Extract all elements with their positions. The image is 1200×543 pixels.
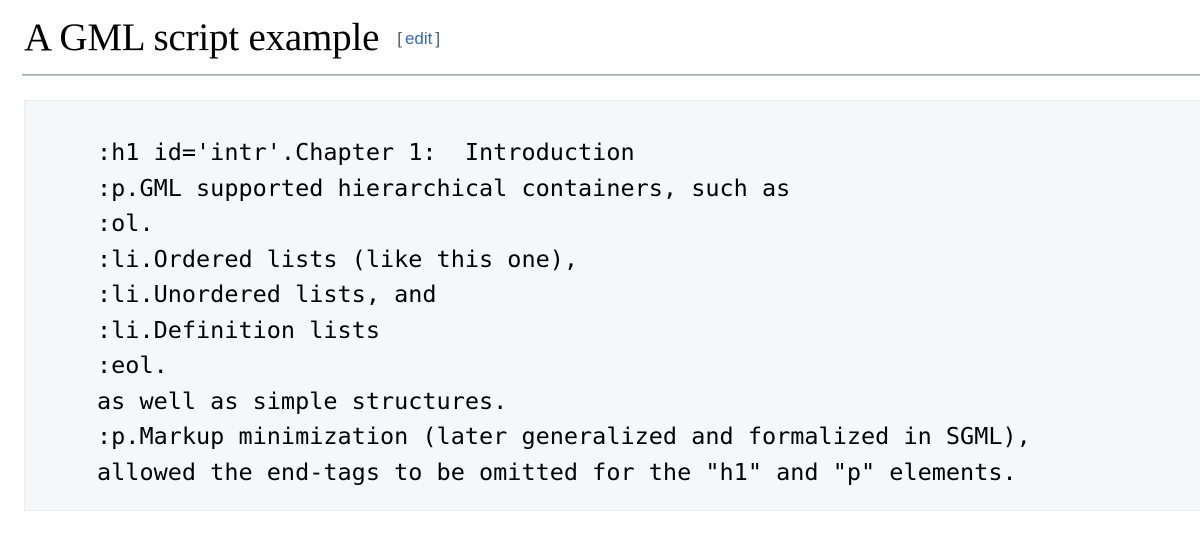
section-heading: A GML script example [edit] bbox=[24, 16, 1182, 61]
code-line: :li.Definition lists bbox=[97, 315, 380, 344]
code-line: as well as simple structures. bbox=[97, 386, 508, 415]
code-line: :p.GML supported hierarchical containers… bbox=[97, 173, 791, 202]
page-title: A GML script example bbox=[24, 16, 380, 59]
code-block: :h1 id='intr'.Chapter 1: Introduction :p.… bbox=[24, 100, 1200, 511]
code-line: :p.Markup minimization (later generalize… bbox=[97, 422, 1031, 450]
edit-close-bracket: ] bbox=[435, 29, 441, 48]
article-section: A GML script example [edit] :h1 id='intr… bbox=[0, 0, 1200, 543]
code-line: allowed the end-tags to be omitted for t… bbox=[97, 457, 1017, 486]
code-line: :li.Unordered lists, and bbox=[97, 280, 437, 308]
code-line: :ol. bbox=[97, 209, 154, 237]
heading-divider-shadow bbox=[22, 75, 1200, 76]
code-content: :h1 id='intr'.Chapter 1: Introduction :p.… bbox=[25, 101, 1200, 490]
code-line: :eol. bbox=[97, 351, 168, 379]
code-line: :li.Ordered lists (like this one), bbox=[97, 244, 579, 273]
edit-section-links: [edit] bbox=[397, 30, 440, 47]
edit-section-link[interactable]: edit bbox=[402, 29, 435, 48]
code-line: :h1 id='intr'.Chapter 1: Introduction bbox=[97, 138, 635, 166]
